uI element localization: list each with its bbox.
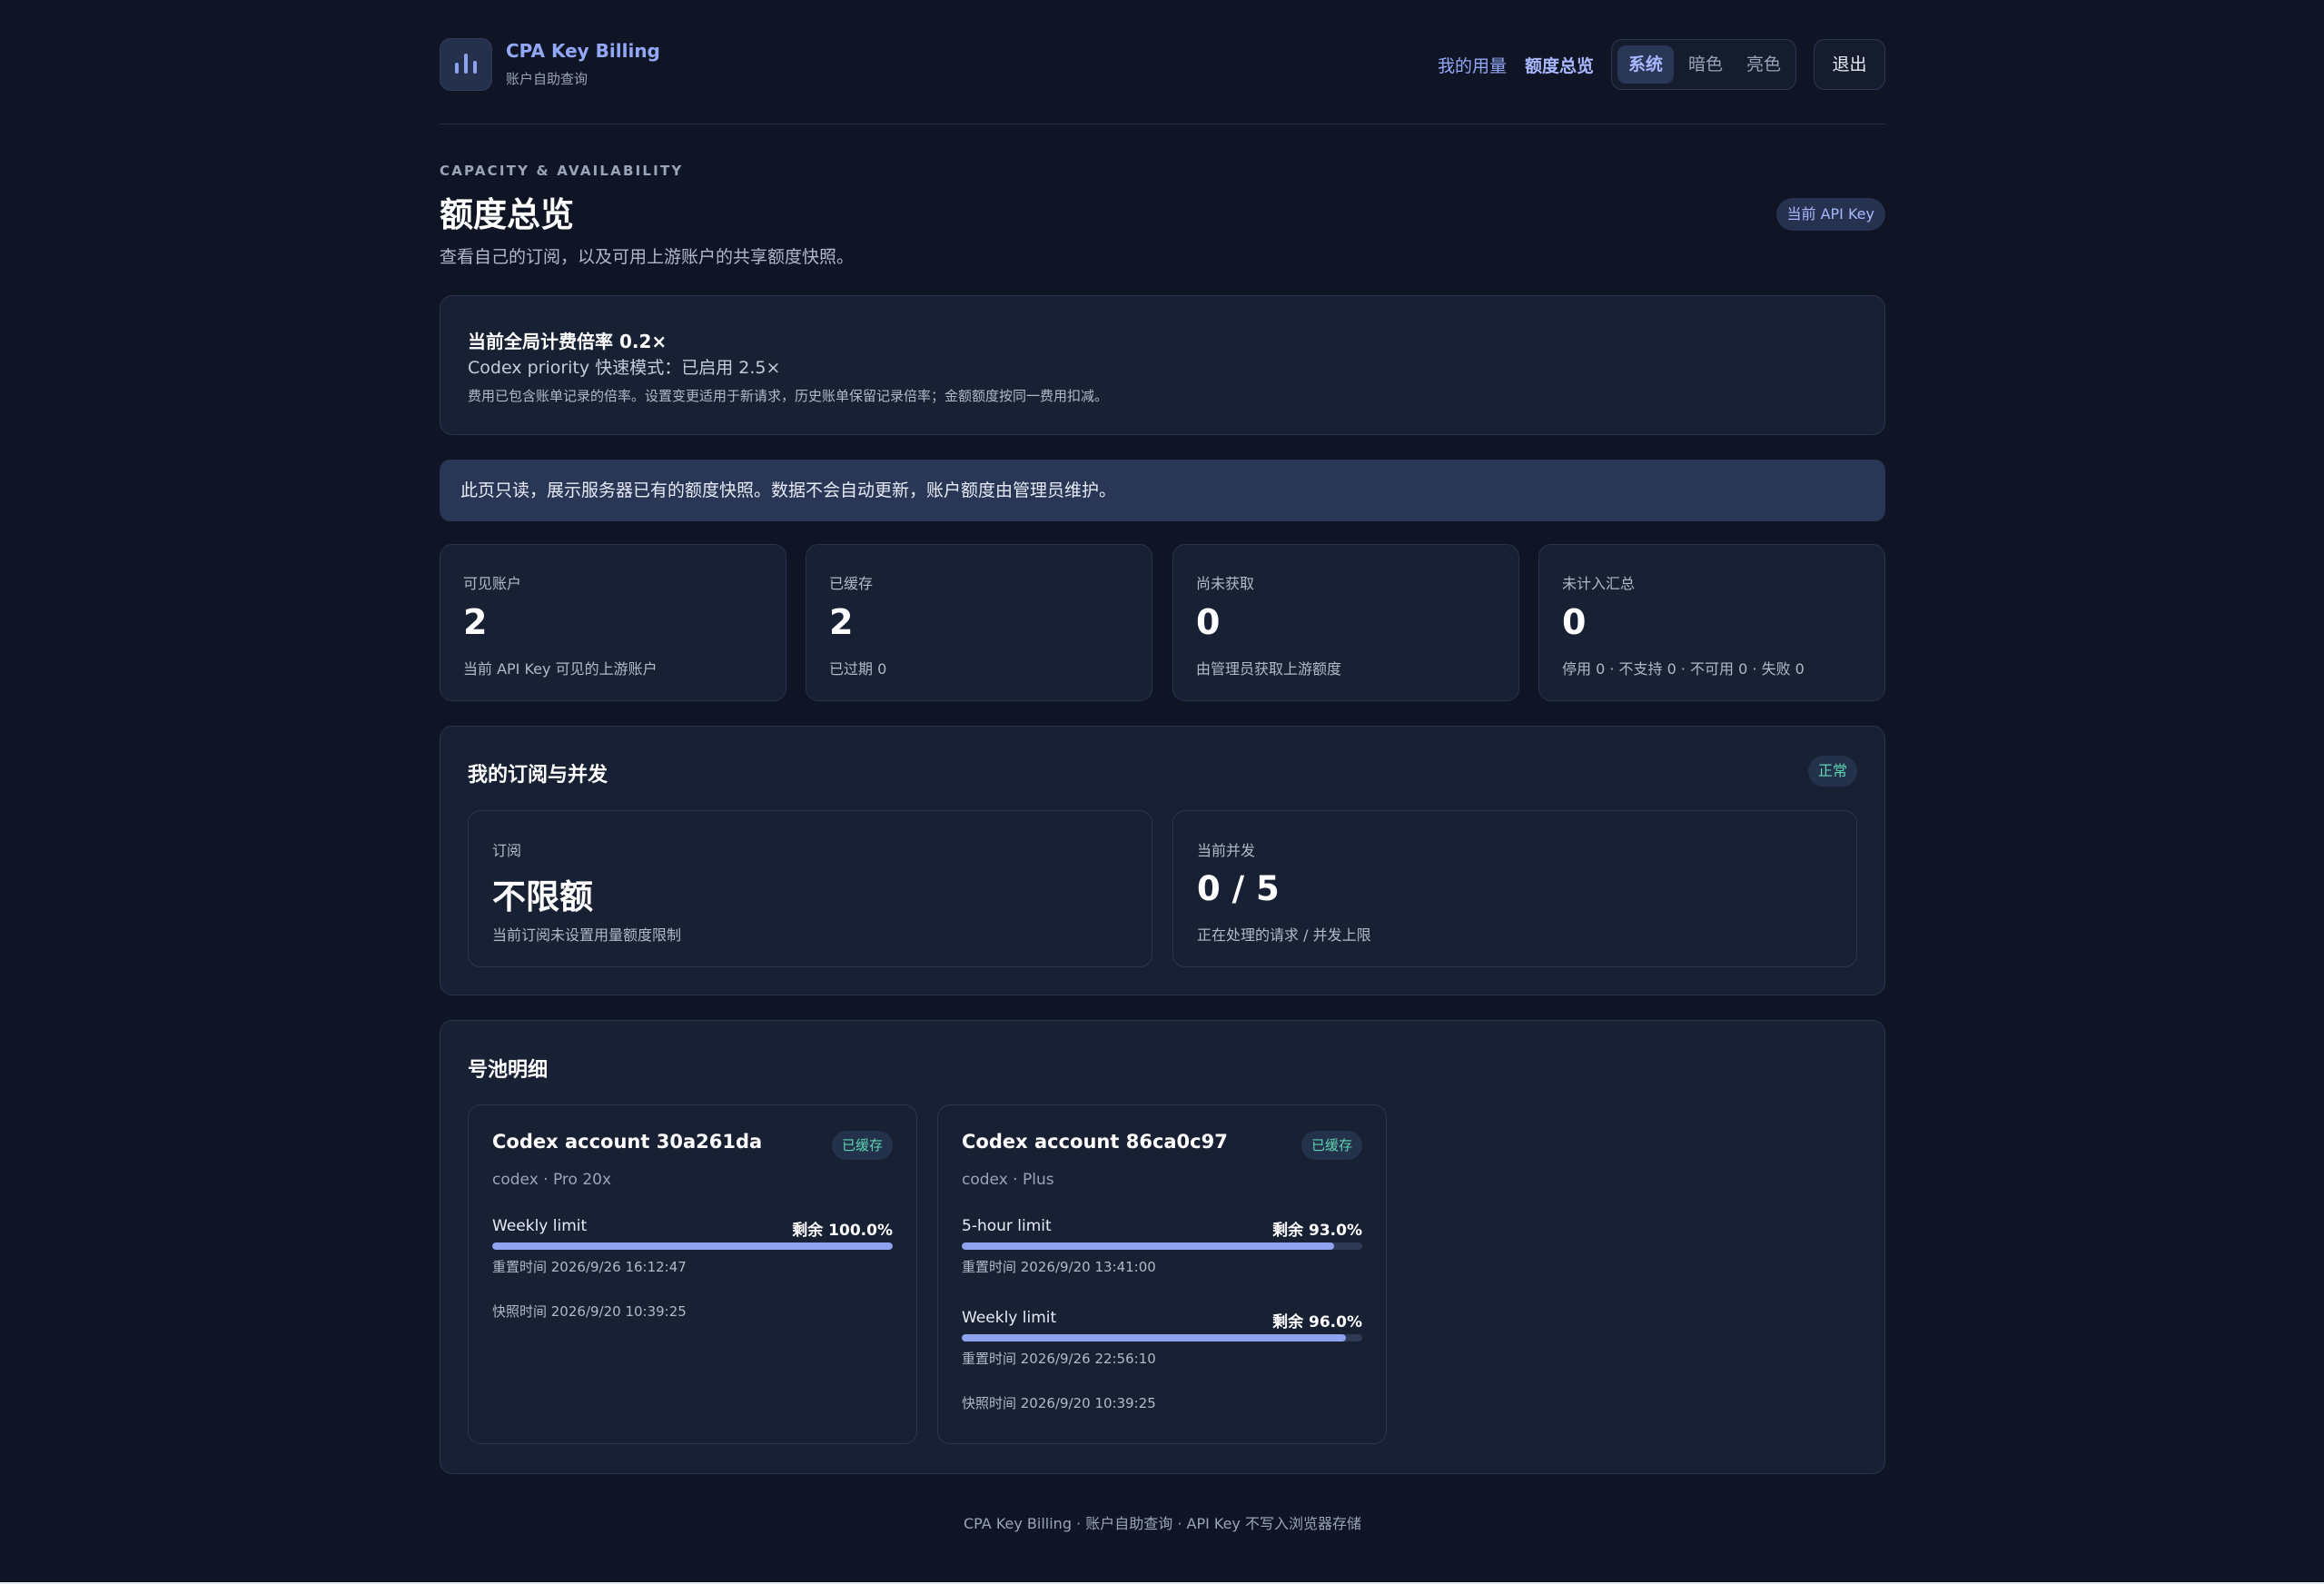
stat-value: 0 <box>1562 602 1587 642</box>
subscription-title: 我的订阅与并发 <box>468 764 608 787</box>
stat-value: 2 <box>829 602 854 642</box>
subscription-sub: 当前订阅未设置用量额度限制 <box>492 926 682 944</box>
priority-mode-text: Codex priority 快速模式：已启用 2.5× <box>468 358 781 378</box>
concurrency-value: 0 / 5 <box>1197 869 1280 908</box>
stat-sub: 当前 API Key 可见的上游账户 <box>463 660 658 678</box>
account-plan: codex · Plus <box>962 1171 1054 1189</box>
page-eyebrow: CAPACITY & AVAILABILITY <box>440 163 684 179</box>
snapshot-time: 快照时间 2026/9/20 10:39:25 <box>492 1303 687 1320</box>
account-name: Codex account 30a261da <box>492 1131 763 1153</box>
stat-label: 未计入汇总 <box>1562 575 1636 592</box>
stat-card-not-fetched: 尚未获取 0 由管理员获取上游额度 <box>1172 544 1519 701</box>
stat-card-cached: 已缓存 2 已过期 0 <box>806 544 1152 701</box>
top-header: CPA Key Billing 账户自助查询 我的用量 额度总览 系统 暗色 亮… <box>440 38 1885 93</box>
limit-progress-fill <box>962 1242 1335 1250</box>
nav-quota-overview[interactable]: 额度总览 <box>1525 53 1594 77</box>
stat-card-excluded: 未计入汇总 0 停用 0 · 不支持 0 · 不可用 0 · 失败 0 <box>1538 544 1885 701</box>
limit-reset-time: 重置时间 2026/9/26 16:12:47 <box>492 1259 687 1275</box>
theme-dark-button[interactable]: 暗色 <box>1677 45 1734 84</box>
stat-label: 可见账户 <box>463 575 522 592</box>
limit-progress-track <box>492 1242 893 1250</box>
limit-reset-time: 重置时间 2026/9/20 13:41:00 <box>962 1259 1156 1275</box>
page-title: 额度总览 <box>440 195 574 234</box>
cached-badge: 已缓存 <box>1300 1131 1362 1160</box>
logout-button[interactable]: 退出 <box>1814 39 1885 90</box>
stat-label: 已缓存 <box>829 575 874 592</box>
brand-subtitle: 账户自助查询 <box>506 71 588 87</box>
concurrency-label: 当前并发 <box>1197 842 1256 859</box>
status-badge: 正常 <box>1807 756 1857 787</box>
page-description: 查看自己的订阅，以及可用上游账户的共享额度快照。 <box>440 247 855 267</box>
concurrency-card: 当前并发 0 / 5 正在处理的请求 / 并发上限 <box>1172 810 1857 967</box>
account-name: Codex account 86ca0c97 <box>962 1131 1228 1153</box>
subscription-value: 不限额 <box>492 877 593 916</box>
brand-title: CPA Key Billing <box>506 40 660 62</box>
global-rate-text: 当前全局计费倍率 0.2× <box>468 331 668 352</box>
limit-name: 5-hour limit <box>962 1217 1052 1235</box>
limit-remaining: 剩余 96.0% <box>1272 1313 1362 1332</box>
snapshot-time: 快照时间 2026/9/20 10:39:25 <box>962 1395 1156 1411</box>
cached-badge: 已缓存 <box>831 1131 893 1160</box>
pool-title: 号池明细 <box>468 1059 549 1082</box>
limit-reset-time: 重置时间 2026/9/26 22:56:10 <box>962 1351 1156 1367</box>
concurrency-sub: 正在处理的请求 / 并发上限 <box>1197 926 1371 944</box>
limit-progress-track <box>962 1242 1362 1250</box>
limit-progress-track <box>962 1334 1362 1341</box>
stat-sub: 由管理员获取上游额度 <box>1196 660 1342 678</box>
subscription-card: 订阅 不限额 当前订阅未设置用量额度限制 <box>468 810 1152 967</box>
stat-value: 0 <box>1196 602 1221 642</box>
limit-remaining: 剩余 100.0% <box>792 1222 893 1240</box>
api-key-badge: 当前 API Key <box>1775 198 1885 231</box>
stat-card-visible-accounts: 可见账户 2 当前 API Key 可见的上游账户 <box>440 544 786 701</box>
chart-logo-icon <box>440 38 492 91</box>
account-card: Codex account 86ca0c97 已缓存 codex · Plus … <box>937 1104 1387 1444</box>
limit-progress-fill <box>492 1242 893 1250</box>
limit-name: Weekly limit <box>492 1217 588 1235</box>
stat-value: 2 <box>463 602 488 642</box>
readonly-notice: 此页只读，展示服务器已有的额度快照。数据不会自动更新，账户额度由管理员维护。 <box>440 460 1885 521</box>
stat-sub: 停用 0 · 不支持 0 · 不可用 0 · 失败 0 <box>1562 660 1805 678</box>
billing-rate-panel: 当前全局计费倍率 0.2× Codex priority 快速模式：已启用 2.… <box>440 295 1885 435</box>
stat-sub: 已过期 0 <box>829 660 887 678</box>
account-pool-panel: 号池明细 Codex account 30a261da 已缓存 codex · … <box>440 1020 1885 1474</box>
account-card: Codex account 30a261da 已缓存 codex · Pro 2… <box>468 1104 917 1444</box>
theme-light-button[interactable]: 亮色 <box>1736 45 1792 84</box>
stat-label: 尚未获取 <box>1196 575 1255 592</box>
account-plan: codex · Pro 20x <box>492 1171 612 1189</box>
theme-system-button[interactable]: 系统 <box>1617 45 1674 84</box>
subscription-panel: 我的订阅与并发 正常 订阅 不限额 当前订阅未设置用量额度限制 当前并发 0 /… <box>440 726 1885 995</box>
subscription-label: 订阅 <box>492 842 522 859</box>
rate-note-text: 费用已包含账单记录的倍率。设置变更适用于新请求，历史账单保留记录倍率；金额额度按… <box>468 388 1109 404</box>
theme-switcher: 系统 暗色 亮色 <box>1611 39 1796 90</box>
nav-my-usage[interactable]: 我的用量 <box>1438 53 1507 77</box>
limit-remaining: 剩余 93.0% <box>1272 1222 1362 1240</box>
limit-name: Weekly limit <box>962 1309 1057 1327</box>
page-footer: CPA Key Billing · 账户自助查询 · API Key 不写入浏览… <box>964 1515 1361 1532</box>
limit-progress-fill <box>962 1334 1347 1341</box>
